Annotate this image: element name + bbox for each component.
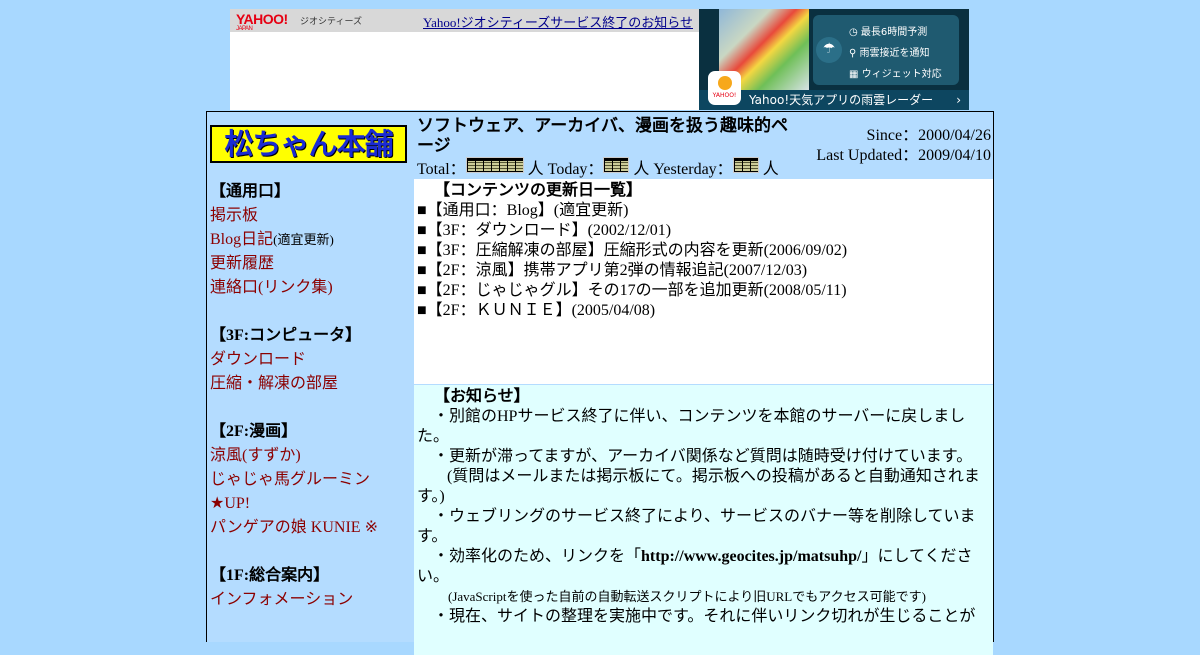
list-item: ■【3F：圧縮解凍の部屋】圧縮形式の内容を更新(2006/09/02) (417, 242, 848, 259)
service-end-notice-link[interactable]: Yahoo!ジオシティーズサービス終了のお知らせ (423, 12, 693, 31)
last-updated-date: Last Updated：2009/04/10 (816, 147, 991, 164)
nav-history-link[interactable]: 更新履歴 (210, 252, 410, 276)
list-item: ■【2F：涼風】携帯アプリ第2弾の情報追記(2007/12/03) (417, 262, 808, 279)
ad-line-notify: ⚲ 雨雲接近を通知 (849, 48, 930, 59)
since-date: Since：2000/04/26 (866, 127, 991, 144)
access-counter: Total： 人 Today： 人 Yesterday： 人 (417, 155, 779, 179)
total-label: Total： (417, 161, 466, 178)
site-dates: Since：2000/04/26 Last Updated：2009/04/10 (816, 126, 991, 166)
nav-blog-note: (適宜更新) (273, 232, 334, 247)
yahoo-logo-text: YAHOO! (236, 11, 288, 27)
site-logo[interactable]: 松ちゃん本舗 (210, 125, 407, 163)
geocities-header: YAHOO! JAPAN ジオシティーズ Yahoo!ジオシティーズサービス終了… (230, 9, 699, 32)
list-item: ■【2F：ＫＵＮＩＥ】(2005/04/08) (417, 302, 656, 319)
person-unit: 人 (762, 161, 779, 178)
list-item: ■【通用口：Blog】(適宜更新) (417, 202, 629, 219)
site-url: http://www.geocites.jp/matsuhp/ (641, 548, 862, 565)
nav-jaja-link[interactable]: じゃじゃ馬グルーミン (210, 468, 410, 492)
ad-footer-text: Yahoo!天気アプリの雨雲レーダー (749, 93, 934, 107)
today-label: 人 Today： (527, 161, 604, 178)
site-tagline: ソフトウェア、アーカイバ、漫画を扱う趣味的ページ (417, 116, 788, 155)
nav-section-entrance: 【通用口】 (210, 183, 291, 200)
list-item: ■【2F：じゃじゃグル】その17の一部を追加更新(2008/05/11) (417, 282, 847, 299)
yesterday-counter-image (732, 157, 759, 173)
notice-note: (JavaScriptを使った自前の自動転送スクリプトにより旧URLでもアクセス… (448, 589, 926, 604)
chevron-right-icon: › (956, 93, 961, 107)
notice-item: ・現在、サイトの整理を実施中です。それに伴いリンク切れが生じることが (433, 608, 976, 625)
today-counter-image (603, 157, 630, 173)
nav-section-info: 【1F:総合案内】 (210, 567, 330, 584)
nav-blog-label: Blog日記 (210, 231, 274, 248)
nav-links-link[interactable]: 連絡口(リンク集) (210, 276, 410, 300)
sun-icon (717, 76, 732, 90)
total-counter-image (465, 157, 524, 173)
update-list: 【コンテンツの更新日一覧】 ■【通用口：Blog】(適宜更新) ■【3F：ダウン… (414, 179, 993, 384)
notice-section: 【お知らせ】 ・別館のHPサービス終了に伴い、コンテンツを本館のサーバーに戻しま… (414, 385, 993, 655)
nav-kunie-link[interactable]: パンゲアの娘 KUNIE ※ (210, 516, 410, 540)
nav-blog-link[interactable]: Blog日記(適宜更新) (210, 228, 410, 252)
notice-item: (質問はメールまたは掲示板にて。掲示板への投稿があると自動通知されます。) (417, 468, 980, 505)
nav-suzuka-link[interactable]: 涼風(すずか) (210, 444, 410, 468)
notice-title: 【お知らせ】 (434, 388, 530, 405)
app-icon-label: YAHOO! (712, 92, 737, 99)
nav-compress-link[interactable]: 圧縮・解凍の部屋 (210, 372, 410, 396)
yahoo-logo[interactable]: YAHOO! JAPAN (236, 12, 288, 32)
left-nav: 【通用口】 掲示板 Blog日記(適宜更新) 更新履歴 連絡口(リンク集) 【3… (210, 180, 410, 612)
notice-url-prefix: ・効率化のため、リンクを「 (433, 548, 642, 565)
notice-item: ・別館のHPサービス終了に伴い、コンテンツを本館のサーバーに戻しました。 (417, 408, 966, 445)
weather-app-icon: YAHOO! (708, 71, 741, 105)
nav-info-link[interactable]: インフォメーション (210, 588, 410, 612)
main-frame: 松ちゃん本舗 ソフトウェア、アーカイバ、漫画を扱う趣味的ページ Total： 人… (206, 111, 994, 655)
list-item: ■【3F：ダウンロード】(2002/12/01) (417, 222, 672, 239)
geocities-service-name: ジオシティーズ (300, 16, 363, 26)
geocities-banner: YAHOO! JAPAN ジオシティーズ Yahoo!ジオシティーズサービス終了… (230, 9, 699, 110)
weather-app-ad[interactable]: ◷ 最長6時間予測 ⚲ 雨雲接近を通知 ▦ ウィジェット対応 ☂ Yahoo!天… (699, 9, 969, 110)
ad-line-forecast: ◷ 最長6時間予測 (849, 27, 928, 38)
nav-download-link[interactable]: ダウンロード (210, 348, 410, 372)
nav-section-manga: 【2F:漫画】 (210, 423, 298, 440)
nav-section-computer: 【3F:コンピュータ】 (210, 327, 362, 344)
ad-line-widget: ▦ ウィジェット対応 (849, 69, 942, 80)
nav-bbs-link[interactable]: 掲示板 (210, 204, 410, 228)
update-list-title: 【コンテンツの更新日一覧】 (434, 182, 643, 199)
nav-up-link[interactable]: ★UP! (210, 492, 410, 516)
rain-cloud-icon: ☂ (816, 37, 842, 63)
yesterday-label: 人 Yesterday： (633, 161, 733, 178)
notice-item: ・ウェブリングのサービス終了により、サービスのバナー等を削除しています。 (417, 508, 976, 545)
notice-item: ・更新が滞ってますが、アーカイバ関係など質問は随時受け付けています。 (433, 448, 973, 465)
notice-item: ・効率化のため、リンクを「http://www.geocites.jp/mats… (414, 547, 993, 587)
